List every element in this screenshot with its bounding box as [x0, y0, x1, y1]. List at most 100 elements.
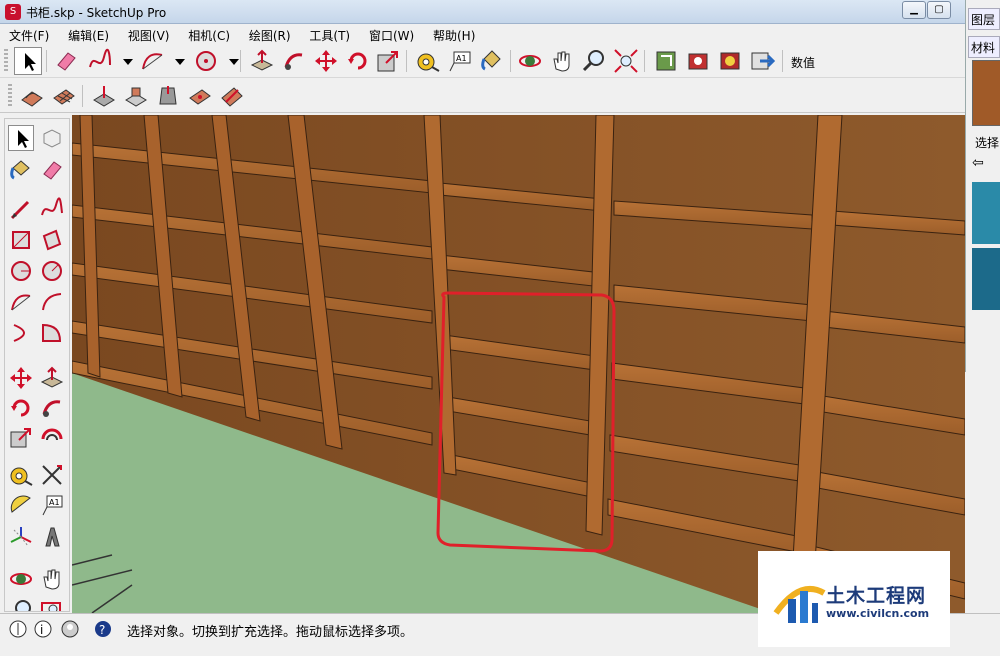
eraser-tool[interactable]: [39, 157, 65, 183]
follow-me-icon: [284, 53, 303, 70]
material-swatch-water-1[interactable]: [972, 182, 1000, 244]
secondary-toolbar: [0, 79, 965, 113]
select-tool-button[interactable]: [14, 47, 42, 75]
rectangle-tool[interactable]: [8, 227, 34, 253]
minimize-button[interactable]: ▁: [902, 1, 926, 19]
arc-tool[interactable]: [8, 289, 34, 315]
maximize-button[interactable]: ▢: [927, 1, 951, 19]
two-point-arc-tool[interactable]: [39, 289, 65, 315]
pan-tool-button[interactable]: [548, 47, 576, 75]
menu-camera[interactable]: 相机(C): [179, 24, 236, 44]
arc-dropdown[interactable]: [166, 47, 185, 75]
circle-dropdown[interactable]: [220, 47, 239, 75]
magnifier-icon: [15, 600, 31, 611]
axes-tool[interactable]: [8, 524, 34, 550]
select-tool[interactable]: [8, 125, 34, 151]
tape-measure-tool[interactable]: [8, 462, 34, 488]
share-model-button[interactable]: [684, 47, 712, 75]
pie-tool[interactable]: [39, 320, 65, 346]
scale-icon: [377, 51, 398, 72]
user-account-icon[interactable]: [60, 619, 80, 639]
polygon-tool[interactable]: [39, 258, 65, 284]
push-pull-tool-button[interactable]: [248, 47, 276, 75]
circle-tool[interactable]: [8, 258, 34, 284]
three-point-arc-tool[interactable]: [8, 320, 34, 346]
circle-tool-button[interactable]: [192, 47, 220, 75]
protractor-icon: [10, 495, 31, 513]
freehand-tool-button[interactable]: [86, 47, 114, 75]
circle-icon: [196, 51, 216, 71]
smoove-button[interactable]: [90, 82, 118, 110]
geolocation-icon[interactable]: [8, 619, 28, 639]
text-tool-button[interactable]: A1: [446, 47, 474, 75]
share-component-button[interactable]: [716, 47, 744, 75]
3d-text-tool[interactable]: [39, 524, 65, 550]
menu-file[interactable]: 文件(F): [0, 24, 55, 44]
tray-tab-layers[interactable]: 图层: [968, 8, 1000, 30]
circle-icon: [11, 261, 31, 281]
status-text: 选择对象。切换到扩充选择。拖动鼠标选择多项。: [127, 625, 414, 640]
stamp-button[interactable]: [122, 82, 150, 110]
extension-warehouse-button[interactable]: [748, 47, 776, 75]
bookcase-model: [72, 115, 965, 613]
text-tool[interactable]: A1: [39, 492, 65, 518]
sandbox-from-contours-button[interactable]: [18, 82, 46, 110]
make-component-tool[interactable]: [39, 125, 65, 151]
eraser-tool-button[interactable]: [52, 47, 80, 75]
pan-tool[interactable]: [39, 566, 65, 592]
line-tool[interactable]: [8, 196, 34, 222]
rotated-rectangle-tool[interactable]: [39, 227, 65, 253]
drape-button[interactable]: [154, 82, 182, 110]
rotate-tool-button[interactable]: [344, 47, 372, 75]
stamp-icon: [125, 87, 147, 107]
get-models-button[interactable]: [652, 47, 680, 75]
model-viewport[interactable]: [72, 115, 965, 613]
zoom-extents-tool-button[interactable]: [612, 47, 640, 75]
zoom-window-tool[interactable]: [39, 597, 65, 611]
sandbox-contours-icon: [21, 91, 43, 107]
menu-help[interactable]: 帮助(H): [424, 24, 481, 44]
orbit-tool-button[interactable]: [516, 47, 544, 75]
help-icon[interactable]: ?: [93, 619, 113, 639]
flip-edge-button[interactable]: [218, 82, 246, 110]
push-pull-tool[interactable]: [39, 365, 65, 391]
back-arrow-icon[interactable]: ⇦: [972, 155, 986, 177]
dimension-tool[interactable]: [39, 462, 65, 488]
material-swatch-water-2[interactable]: [972, 248, 1000, 310]
flip-edge-icon: [221, 87, 243, 107]
follow-me-tool[interactable]: [39, 395, 65, 421]
zoom-tool-button[interactable]: [580, 47, 608, 75]
offset-tool[interactable]: [39, 425, 65, 451]
arc-icon: [142, 53, 163, 70]
rotate-icon: [11, 399, 30, 417]
sandbox-from-scratch-button[interactable]: [50, 82, 78, 110]
follow-me-tool-button[interactable]: [280, 47, 308, 75]
toolbar-grip[interactable]: [8, 84, 12, 108]
main-toolbar: A1 数值: [0, 44, 965, 78]
move-tool[interactable]: [8, 365, 34, 391]
freehand-tool[interactable]: [39, 196, 65, 222]
arc-tool-button[interactable]: [138, 47, 166, 75]
zoom-tool[interactable]: [8, 597, 34, 611]
move-tool-button[interactable]: [312, 47, 340, 75]
scale-tool-button[interactable]: [374, 47, 402, 75]
rotate-tool[interactable]: [8, 395, 34, 421]
scale-tool[interactable]: [8, 425, 34, 451]
paint-bucket-tool-button[interactable]: [478, 47, 506, 75]
orbit-tool[interactable]: [8, 566, 34, 592]
menu-window[interactable]: 窗口(W): [360, 24, 420, 44]
tape-measure-tool-button[interactable]: [414, 47, 442, 75]
paint-bucket-tool[interactable]: [8, 157, 34, 183]
menu-edit[interactable]: 编辑(E): [59, 24, 115, 44]
site-watermark: 土木工程网 www.civilcn.com: [758, 551, 950, 647]
freehand-dropdown[interactable]: [114, 47, 133, 75]
menu-view[interactable]: 视图(V): [119, 24, 176, 44]
tape-measure-icon: [10, 467, 33, 486]
menu-draw[interactable]: 绘图(R): [240, 24, 297, 44]
add-detail-button[interactable]: [186, 82, 214, 110]
credits-icon[interactable]: i: [33, 619, 53, 639]
protractor-tool[interactable]: [8, 492, 34, 518]
toolbar-grip[interactable]: [4, 49, 8, 73]
menu-tools[interactable]: 工具(T): [300, 24, 356, 44]
tray-tab-materials[interactable]: 材料: [968, 36, 1000, 58]
